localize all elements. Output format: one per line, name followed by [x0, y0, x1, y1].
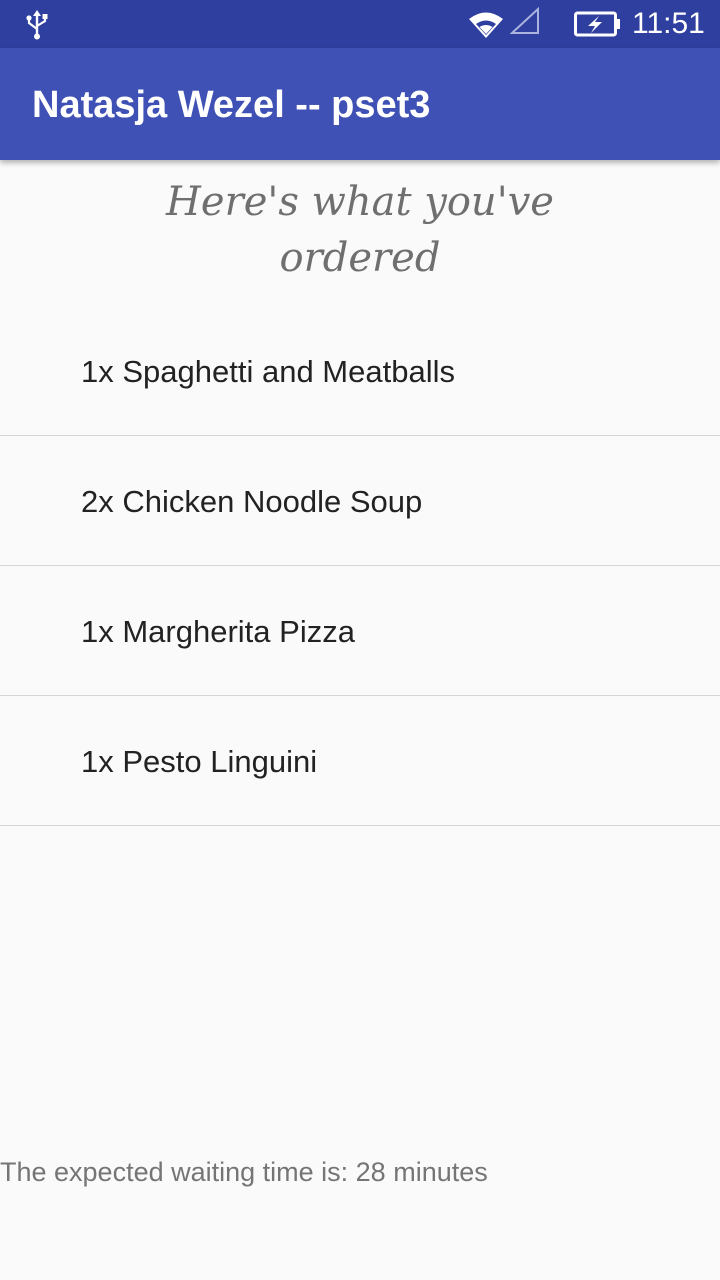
order-item-label: 1x Pesto Linguini — [81, 744, 318, 779]
list-item[interactable]: 1x Margherita Pizza — [0, 566, 720, 696]
order-heading-line-2: ordered — [279, 235, 441, 281]
usb-icon — [26, 10, 48, 40]
status-bar: 11:51 — [0, 0, 720, 48]
waiting-time-text: The expected waiting time is: 28 minutes — [0, 1157, 488, 1187]
order-item-label: 1x Margherita Pizza — [81, 614, 355, 649]
battery-charging-icon — [574, 11, 620, 37]
app-bar: Natasja Wezel -- pset3 — [0, 48, 720, 160]
signal-icon — [510, 7, 539, 34]
order-list: 1x Spaghetti and Meatballs 2x Chicken No… — [0, 306, 720, 826]
order-heading-line-1: Here's what you've — [166, 179, 554, 225]
list-item[interactable]: 1x Spaghetti and Meatballs — [0, 306, 720, 436]
order-item-label: 1x Spaghetti and Meatballs — [81, 354, 455, 389]
app-title: Natasja Wezel -- pset3 — [32, 84, 431, 126]
list-item[interactable]: 2x Chicken Noodle Soup — [0, 436, 720, 566]
wifi-icon — [469, 12, 503, 38]
list-item[interactable]: 1x Pesto Linguini — [0, 696, 720, 826]
status-clock: 11:51 — [632, 7, 705, 40]
order-heading: Here's what you've ordered — [0, 174, 720, 286]
order-item-label: 2x Chicken Noodle Soup — [81, 484, 423, 519]
